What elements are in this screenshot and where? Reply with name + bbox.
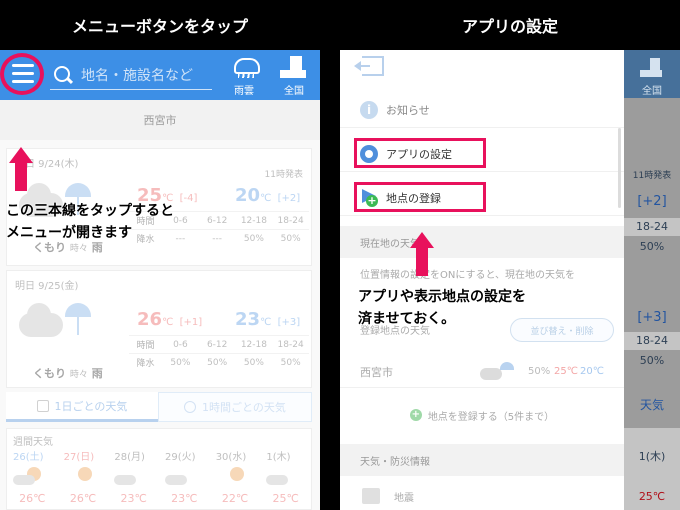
clock-icon xyxy=(184,401,197,413)
tab-hourly[interactable]: 1時間ごとの天気 xyxy=(158,392,312,422)
caption-left: メニューボタンをタップ xyxy=(71,17,248,36)
week-day: 1(木) xyxy=(266,451,291,463)
house-icon xyxy=(362,488,380,504)
rain-cloud-icon xyxy=(224,52,264,82)
forecast-tabs: 1日ごとの天気 1時間ごとの天気 xyxy=(6,392,312,422)
cloud-icon xyxy=(159,463,210,489)
cloud-rain-icon xyxy=(19,299,99,349)
week-day: 28(月) xyxy=(114,451,145,463)
app-header: 地名・施設名など 雨雲 全国 xyxy=(0,50,320,100)
left-screen: 地名・施設名など 雨雲 全国 西宮市 今日 9/24(木) 11時発表 くもり … xyxy=(0,50,320,510)
cloud-rain-icon xyxy=(480,361,516,382)
info-icon: i xyxy=(360,100,378,119)
sun-icon xyxy=(210,463,261,489)
plus-icon: + xyxy=(409,409,422,421)
published-time: 11時発表 xyxy=(264,170,303,180)
search-icon xyxy=(53,65,73,85)
scrollbar[interactable] xyxy=(618,128,621,208)
weekly-forecast: 週間天気 26(土) 27(日) 28(月) 29(火) 30(水) 1(木) … xyxy=(6,428,312,510)
city-name: 西宮市 xyxy=(0,100,320,140)
disaster-heading: 天気・防災情報 xyxy=(340,444,624,476)
sun-icon xyxy=(58,463,109,489)
japan-map-icon xyxy=(274,52,314,82)
week-day: 30(水) xyxy=(215,451,247,463)
weekly-temps: 26℃ 26℃ 23℃ 23℃ 22℃ 25℃ xyxy=(19,491,299,505)
rain-radar-label: 雨雲 xyxy=(234,86,254,97)
add-location-button[interactable]: + 地点を登録する（5件まで） xyxy=(340,400,624,430)
week-day: 27(日) xyxy=(63,451,95,463)
national-button-bg: 全国 xyxy=(632,56,672,97)
sun-cloud-icon xyxy=(7,463,58,489)
annotation-right: アプリや表示地点の設定を 済ませておく。 xyxy=(358,289,526,327)
search-placeholder: 地名・施設名など xyxy=(81,67,193,84)
caption-right: アプリの設定 xyxy=(461,17,558,36)
low-temp: 23℃ [+3] xyxy=(235,309,301,330)
tomorrow-forecast-card: 明日 9/25(金) くもり 時々 雨 26℃ [+1] 23℃ [+3] 時間… xyxy=(6,270,312,388)
cloud-icon xyxy=(260,463,311,489)
current-location-heading: 現在地の天気 xyxy=(340,226,624,258)
week-day: 29(火) xyxy=(165,451,196,463)
cloud-icon xyxy=(108,463,159,489)
weather-label: くもり 時々 雨 xyxy=(33,367,103,380)
weekly-icons xyxy=(7,463,311,489)
national-label: 全国 xyxy=(284,86,304,97)
forecast-body: 今日 9/24(木) 11時発表 くもり 時々 雨 25℃ [-4] 20℃ [… xyxy=(0,140,320,510)
highlight-register-location xyxy=(354,182,486,212)
rain-radar-button[interactable]: 雨雲 xyxy=(220,52,268,98)
week-day: 26(土) xyxy=(13,451,44,463)
precip-grid: 時間 0-6 6-12 12-18 18-24 降水 50% 50% 50% 50% xyxy=(129,335,309,371)
menu-item-earthquake[interactable]: 地震 xyxy=(340,482,624,510)
close-menu-icon[interactable] xyxy=(354,56,384,76)
search-input[interactable]: 地名・施設名など xyxy=(50,60,212,90)
right-screen: 全国 11時発表 [+2] 18-24 50% [+3] 18-24 50% 天… xyxy=(340,50,680,510)
calendar-icon xyxy=(36,399,49,412)
tab-daily[interactable]: 1日ごとの天気 xyxy=(6,392,158,422)
registered-location-row[interactable]: 西宮市 50% 25℃ 20℃ xyxy=(340,356,624,388)
arrow-up-icon xyxy=(410,232,434,276)
menu-item-notice[interactable]: i お知らせ xyxy=(340,92,624,128)
japan-map-icon xyxy=(632,56,672,82)
high-temp: 26℃ [+1] xyxy=(137,309,203,330)
national-button[interactable]: 全国 xyxy=(270,52,318,98)
weekly-title: 週間天気 xyxy=(13,437,53,448)
forecast-date: 明日 9/25(金) xyxy=(15,281,79,292)
annotation-left: この三本線をタップすると メニューが開きます xyxy=(6,203,174,241)
weekly-dates: 26(土) 27(日) 28(月) 29(火) 30(水) 1(木) xyxy=(7,447,311,463)
highlight-app-settings xyxy=(354,138,486,168)
background-content: 全国 11時発表 [+2] 18-24 50% [+3] 18-24 50% 天… xyxy=(624,50,680,510)
arrow-up-icon xyxy=(9,147,33,191)
side-menu: i お知らせ アプリの設定 地点の登録 現在地の天気 位置情報の設定をONにする… xyxy=(340,50,624,510)
location-info-text: 位置情報の設定をONにすると、現在地の天気を xyxy=(360,270,576,281)
menu-highlight-circle xyxy=(0,53,44,95)
